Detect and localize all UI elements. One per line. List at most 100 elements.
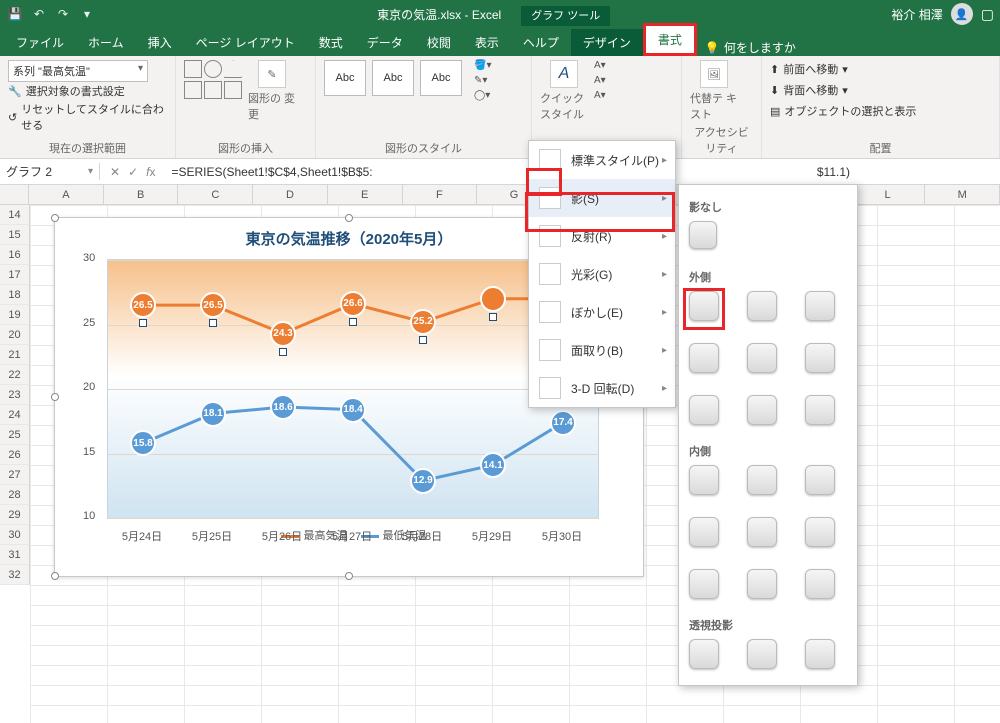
effects-item-bevel[interactable]: 面取り(B) [529,331,675,369]
cancel-icon[interactable]: ✕ [110,165,120,179]
shadow-persp-1[interactable] [689,639,719,669]
row-header[interactable]: 21 [0,345,30,365]
change-shape-button[interactable]: ✎図形の 変更 [248,60,296,122]
shadow-none-swatch[interactable] [689,221,717,249]
undo-icon[interactable]: ↶ [30,5,48,23]
shadow-persp-3[interactable] [805,639,835,669]
plot-area[interactable]: 26.526.524.326.625.215.818.118.618.412.9… [107,259,599,519]
tab-review[interactable]: 校閲 [415,29,463,56]
data-point[interactable]: 18.1 [200,401,226,427]
format-selection-button[interactable]: 🔧 選択対象の書式設定 [8,82,167,100]
col-header[interactable]: L [851,185,926,204]
row-header[interactable]: 27 [0,465,30,485]
redo-icon[interactable]: ↷ [54,5,72,23]
effects-item-glow[interactable]: 光彩(G) [529,255,675,293]
tab-home[interactable]: ホーム [76,29,136,56]
shape-line-icon[interactable] [184,81,202,99]
data-point[interactable]: 18.6 [270,394,296,420]
shape-style-1[interactable]: Abc [324,60,366,96]
shadow-inner-4[interactable] [689,517,719,547]
row-header[interactable]: 14 [0,205,30,225]
resize-handle[interactable] [51,393,59,401]
tab-design[interactable]: デザイン [571,29,643,56]
shape-star-icon[interactable] [224,81,242,99]
shape-style-2[interactable]: Abc [372,60,414,96]
user-avatar-icon[interactable]: 👤 [951,3,973,25]
col-header[interactable]: C [178,185,253,204]
formula-input[interactable]: =SERIES(Sheet1!$C$4,Sheet1!$B$5: [165,165,816,179]
row-header[interactable]: 31 [0,545,30,565]
tab-view[interactable]: 表示 [463,29,511,56]
resize-handle[interactable] [345,572,353,580]
row-header[interactable]: 18 [0,285,30,305]
data-point[interactable]: 18.4 [340,397,366,423]
tab-help[interactable]: ヘルプ [511,29,571,56]
shadow-inner-1[interactable] [689,465,719,495]
text-effects-button[interactable]: A▾ [594,90,606,101]
col-header[interactable]: F [403,185,478,204]
ribbon-display-icon[interactable]: ▢ [981,6,994,23]
text-outline-button[interactable]: A▾ [594,75,606,86]
row-header[interactable]: 25 [0,425,30,445]
shape-fill-button[interactable]: 🪣▾ [474,60,491,71]
shadow-outer-9[interactable] [805,395,835,425]
effects-item-soft-edges[interactable]: ぼかし(E) [529,293,675,331]
shape-arrow-icon[interactable] [204,81,222,99]
row-header[interactable]: 19 [0,305,30,325]
tab-format[interactable]: 書式 [643,23,697,56]
shadow-outer-2[interactable] [747,291,777,321]
tab-pagelayout[interactable]: ページ レイアウト [184,29,307,56]
resize-handle[interactable] [51,572,59,580]
row-header[interactable]: 15 [0,225,30,245]
row-header[interactable]: 20 [0,325,30,345]
tab-formulas[interactable]: 数式 [307,29,355,56]
tab-data[interactable]: データ [355,29,415,56]
shape-rect-icon[interactable] [184,60,202,78]
shadow-outer-6[interactable] [805,343,835,373]
data-point[interactable]: 15.8 [130,430,156,456]
enter-icon[interactable]: ✓ [128,165,138,179]
row-header[interactable]: 17 [0,265,30,285]
shadow-inner-6[interactable] [805,517,835,547]
shadow-inner-2[interactable] [747,465,777,495]
qat-more-icon[interactable]: ▾ [78,5,96,23]
bring-forward-button[interactable]: ⬆ 前面へ移動 ▾ [770,60,991,78]
col-header[interactable]: M [925,185,1000,204]
shadow-inner-5[interactable] [747,517,777,547]
shape-effects-button[interactable]: ◯▾ [474,90,491,101]
tab-insert[interactable]: 挿入 [136,29,184,56]
quick-styles-button[interactable]: Aクイック スタイル [540,60,588,122]
row-header[interactable]: 32 [0,565,30,585]
col-header[interactable]: D [253,185,328,204]
name-box[interactable]: グラフ 2▾ [0,163,100,180]
shadow-outer-4[interactable] [689,343,719,373]
data-point[interactable]: 14.1 [480,452,506,478]
tab-file[interactable]: ファイル [4,29,76,56]
shadow-outer-5[interactable] [747,343,777,373]
select-all-corner[interactable] [0,185,29,204]
shadow-outer-7[interactable] [689,395,719,425]
shadow-outer-3[interactable] [805,291,835,321]
row-header[interactable]: 30 [0,525,30,545]
shape-oval-icon[interactable] [204,60,222,78]
chart-element-selector[interactable]: 系列 "最高気温" [8,60,148,82]
data-point[interactable]: 26.5 [130,292,156,318]
shadow-inner-8[interactable] [747,569,777,599]
alt-text-button[interactable]: 🖼代替テ キスト [690,60,738,122]
shadow-inner-7[interactable] [689,569,719,599]
row-header[interactable]: 29 [0,505,30,525]
save-icon[interactable]: 💾 [6,5,24,23]
effects-item-rotation[interactable]: 3-D 回転(D) [529,369,675,407]
send-backward-button[interactable]: ⬇ 背面へ移動 ▾ [770,81,991,99]
data-point[interactable]: 12.9 [410,468,436,494]
data-point[interactable] [480,286,506,312]
row-header[interactable]: 28 [0,485,30,505]
shadow-inner-9[interactable] [805,569,835,599]
shape-tri-icon[interactable] [224,60,242,78]
reset-style-button[interactable]: ↺ リセットしてスタイルに合わせる [8,100,167,134]
fx-icon[interactable]: fx [146,165,155,179]
shadow-outer-8[interactable] [747,395,777,425]
data-point[interactable]: 24.3 [270,321,296,347]
row-header[interactable]: 23 [0,385,30,405]
row-header[interactable]: 26 [0,445,30,465]
